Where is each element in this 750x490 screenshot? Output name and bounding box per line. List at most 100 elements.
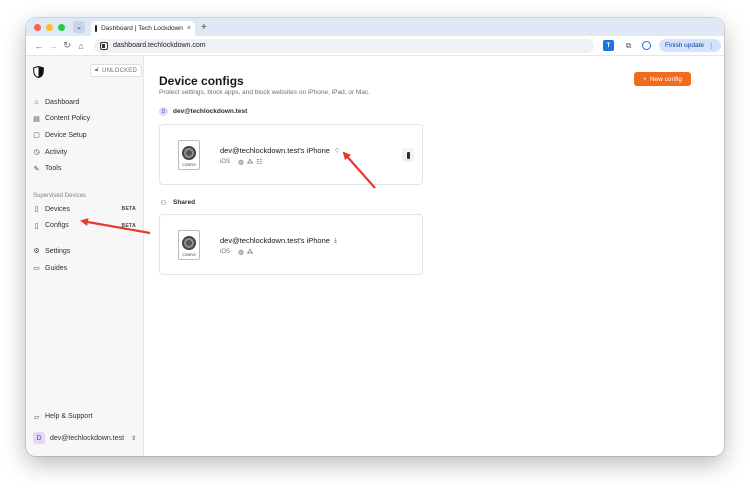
- settings-list-icon: ☷: [256, 159, 263, 166]
- url-text: dashboard.techlockdown.com: [113, 42, 206, 49]
- sidebar-item-guides[interactable]: ▭ Guides: [26, 260, 144, 277]
- home-icon: ⌂: [34, 98, 39, 106]
- config-card-title: dev@techlockdown.test's iPhone ⤓: [220, 236, 337, 245]
- separator: ·: [233, 249, 236, 255]
- platform-label: iOS: [220, 249, 231, 255]
- sidebar-item-tools[interactable]: ✎ Tools: [26, 160, 144, 177]
- forward-button[interactable]: →: [46, 41, 60, 51]
- window-controls: [34, 23, 65, 31]
- chevron-up-down-icon: ⇕: [131, 435, 137, 442]
- account-switcher[interactable]: D dev@techlockdown.test ⇕: [33, 432, 136, 444]
- chat-icon: ▱: [33, 413, 40, 421]
- sidebar-item-label: Guides: [45, 264, 68, 272]
- config-card-meta: iOS · ◍ ⁂: [220, 248, 253, 256]
- config-title-text: dev@techlockdown.test's iPhone: [220, 236, 330, 245]
- beta-badge: BETA: [121, 206, 136, 213]
- tab-search-button[interactable]: ⌄: [73, 21, 85, 33]
- tab-strip: ⌄ Dashboard | Tech Lockdown × +: [26, 18, 724, 36]
- sidebar-item-label: Settings: [45, 247, 71, 255]
- unlock-icon: 🔓︎: [95, 67, 100, 73]
- favicon-icon: [95, 25, 102, 32]
- sidebar-item-devices[interactable]: ▯ Devices BETA: [26, 201, 144, 218]
- browser-toolbar: ← → ↻ ⌂ dashboard.techlockdown.com T ⧉ F…: [26, 36, 724, 56]
- activity-icon: ◷: [33, 149, 40, 157]
- config-card-meta: iOS · ◍ ⁂ ☷: [220, 158, 262, 166]
- user-email: dev@techlockdown.test: [50, 434, 125, 442]
- globe-icon: ◍: [238, 249, 244, 256]
- config-file-icon: CONFIG: [178, 230, 200, 260]
- sidebar-item-content-policy[interactable]: ▤ Content Policy: [26, 111, 144, 128]
- beta-badge: BETA: [121, 222, 136, 229]
- book-icon: ▭: [33, 265, 40, 273]
- sidebar-item-dashboard[interactable]: ⌂ Dashboard: [26, 94, 144, 111]
- sidebar-item-label: Device Setup: [45, 131, 87, 139]
- group-name: dev@techlockdown.test: [173, 108, 248, 115]
- globe-icon: ◍: [238, 159, 244, 166]
- sidebar-item-label: Dashboard: [45, 98, 80, 106]
- wifi-sync-icon: ⌔: [333, 148, 341, 155]
- device-phone-icon[interactable]: [402, 148, 414, 162]
- main-content: Device configs Protect settings, block a…: [144, 56, 724, 456]
- help-support-link[interactable]: ▱ Help & Support: [33, 413, 93, 421]
- new-config-label: New config: [649, 75, 682, 83]
- close-window-button[interactable]: [34, 23, 41, 31]
- extension-icon[interactable]: T: [603, 40, 614, 51]
- sidebar-item-settings[interactable]: ⚙ Settings: [26, 243, 144, 260]
- shield-logo-icon: [33, 66, 44, 78]
- config-card-title: dev@techlockdown.test's iPhone ⌔: [220, 146, 340, 155]
- finish-update-button[interactable]: Finish update ⋮: [659, 39, 721, 52]
- sidebar-nav: ⌂ Dashboard ▤ Content Policy ▢ Device Se…: [26, 94, 144, 276]
- config-title-text: dev@techlockdown.test's iPhone: [220, 146, 330, 155]
- devices-icon: ▯: [34, 206, 39, 214]
- extensions-puzzle-icon[interactable]: ⧉: [623, 40, 634, 51]
- back-button[interactable]: ←: [32, 41, 46, 51]
- config-card[interactable]: CONFIG dev@techlockdown.test's iPhone ⌔ …: [159, 124, 423, 185]
- profile-icon[interactable]: [642, 41, 651, 50]
- more-menu-icon: ⋮: [708, 42, 715, 50]
- tab-dashboard[interactable]: Dashboard | Tech Lockdown ×: [91, 21, 195, 36]
- browser-window: ⌄ Dashboard | Tech Lockdown × + ← → ↻ ⌂ …: [26, 18, 724, 456]
- minimize-window-button[interactable]: [46, 23, 53, 31]
- group-header-user: D dev@techlockdown.test: [159, 107, 247, 116]
- page-subtitle: Protect settings, block apps, and block …: [159, 89, 371, 96]
- home-button[interactable]: ⌂: [74, 41, 88, 51]
- sidebar-item-activity[interactable]: ◷ Activity: [26, 144, 144, 161]
- config-icon: ▯: [34, 222, 39, 230]
- apps-icon: ⁂: [246, 159, 254, 166]
- reload-button[interactable]: ↻: [60, 40, 74, 51]
- plus-icon: +: [643, 75, 647, 83]
- lock-status-button[interactable]: 🔓︎ UNLOCKED: [90, 64, 143, 77]
- config-file-label: CONFIG: [182, 253, 196, 257]
- config-card[interactable]: CONFIG dev@techlockdown.test's iPhone ⤓ …: [159, 214, 423, 275]
- sidebar-item-label: Tools: [45, 165, 62, 173]
- document-icon: ▤: [33, 115, 40, 123]
- address-bar[interactable]: dashboard.techlockdown.com: [94, 38, 594, 53]
- tab-title: Dashboard | Tech Lockdown: [101, 25, 183, 32]
- lock-status-label: UNLOCKED: [102, 67, 138, 74]
- config-file-label: CONFIG: [182, 163, 196, 167]
- sidebar-item-configs[interactable]: ▯ Configs BETA: [26, 218, 144, 235]
- site-info-icon[interactable]: [100, 41, 108, 50]
- tab-close-button[interactable]: ×: [187, 25, 191, 32]
- gear-icon: ⚙: [33, 248, 40, 256]
- sidebar-item-device-setup[interactable]: ▢ Device Setup: [26, 127, 144, 144]
- new-config-button[interactable]: + New config: [634, 72, 691, 86]
- apps-icon: ⁂: [246, 249, 254, 256]
- settings-gear-icon: [182, 146, 196, 160]
- download-icon[interactable]: ⤓: [334, 237, 337, 245]
- setup-icon: ▢: [33, 132, 40, 140]
- avatar: D: [33, 432, 45, 444]
- group-name: Shared: [173, 199, 196, 206]
- page-title: Device configs: [159, 74, 244, 88]
- sidebar-item-label: Configs: [45, 222, 69, 230]
- maximize-window-button[interactable]: [58, 23, 65, 31]
- new-tab-button[interactable]: +: [201, 22, 207, 33]
- app: 🔓︎ UNLOCKED ⌂ Dashboard ▤ Content Policy…: [26, 56, 724, 456]
- platform-label: iOS: [220, 159, 231, 165]
- chevron-down-icon: ⌄: [76, 24, 82, 31]
- sidebar-item-label: Content Policy: [45, 115, 91, 123]
- sidebar-item-label: Devices: [45, 205, 70, 213]
- config-file-icon: CONFIG: [178, 140, 200, 170]
- separator: ·: [233, 159, 236, 165]
